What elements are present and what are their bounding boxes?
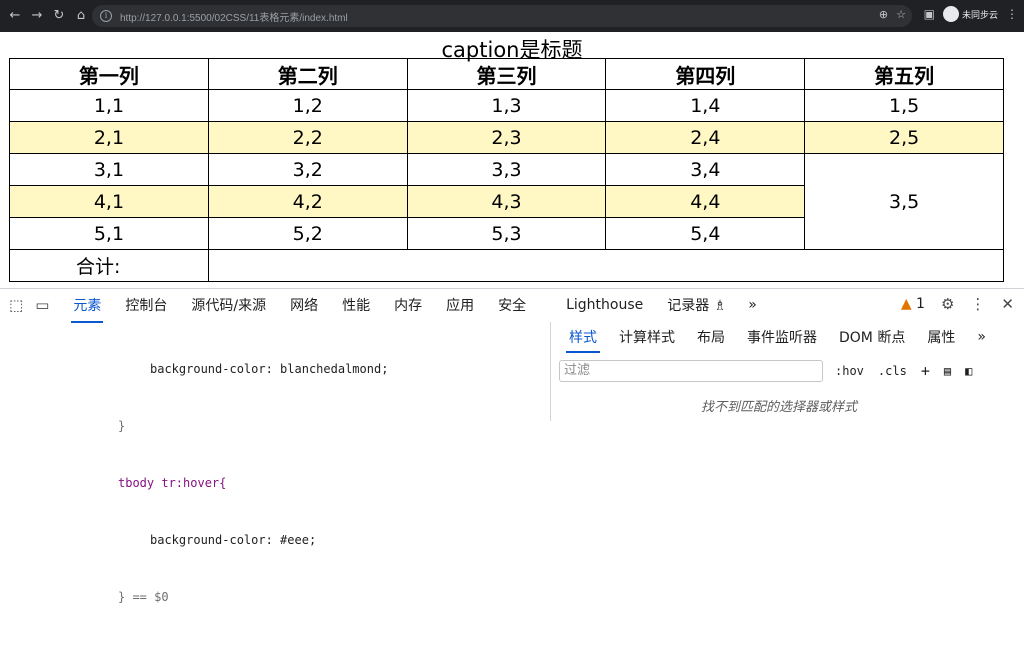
code-line: background-color: #eee; (150, 533, 317, 547)
table-cell: 2,4 (605, 121, 806, 154)
table-row[interactable]: 3,1 3,2 3,3 3,4 3,5 (9, 153, 1004, 250)
tab-layout[interactable]: 布局 (697, 327, 725, 347)
table-cell: 4,4 (605, 185, 806, 218)
tab-sources[interactable]: 源代码/来源 (191, 295, 266, 315)
table-cell: 2,5 (804, 121, 1004, 154)
header-row: 第一列 第二列 第三列 第四列 第五列 (9, 58, 1004, 90)
table-cell: 3,3 (406, 153, 607, 186)
url-text: http://127.0.0.1:5500/02CSS/11表格元素/index… (120, 12, 348, 24)
table-cell: 5,3 (406, 217, 607, 250)
avatar (942, 6, 959, 22)
table-cell: 4,1 (9, 185, 209, 218)
code-line: tbody tr:hover{ (118, 476, 227, 490)
home-icon[interactable]: ⌂ (72, 7, 90, 25)
back-icon[interactable]: ← (6, 7, 24, 25)
table-cell: 3,2 (207, 153, 408, 186)
table-cell: 4,2 (207, 185, 408, 218)
table-cell: 2,2 (207, 121, 408, 154)
more-tabs-button[interactable]: » (748, 297, 757, 313)
bookmark-star-icon[interactable]: ☆ (896, 8, 906, 21)
tab-event-listeners[interactable]: 事件监听器 (747, 327, 817, 347)
table-cell: 1,4 (605, 89, 806, 122)
data-table: 第一列 第二列 第三列 第四列 第五列 1,1 1,2 1,3 1,4 1,5 … (9, 58, 1005, 282)
code-line: background-color: blanchedalmond; (150, 362, 389, 376)
tab-network[interactable]: 网络 (290, 295, 318, 315)
table-cell: 3,1 (9, 153, 209, 186)
profile-name: 未同步云 (961, 10, 998, 21)
zoom-icon[interactable]: ⊕ (879, 8, 888, 21)
header-cell-4: 第四列 (605, 58, 806, 90)
table-cell: 5,4 (605, 217, 806, 250)
table-cell: 5,1 (9, 217, 209, 250)
tab-security[interactable]: 安全 (498, 295, 526, 315)
paint-icon[interactable]: ▤ (944, 364, 951, 378)
header-cell-3: 第三列 (406, 58, 607, 90)
devtools-panel: ⬚ ▭ 元素 控制台 源代码/来源 网络 性能 内存 应用 安全 Lightho… (0, 288, 1024, 604)
warning-counter[interactable]: ▲ 1 (901, 296, 925, 312)
table-cell: 3,4 (605, 153, 806, 186)
device-toolbar-icon[interactable]: ▭ (35, 296, 49, 314)
styles-tabbar: 样式 计算样式 布局 事件监听器 DOM 断点 属性 » (551, 322, 1024, 353)
tab-application[interactable]: 应用 (446, 295, 474, 315)
tab-properties[interactable]: 属性 (927, 327, 955, 347)
cls-toggle[interactable]: .cls (878, 364, 907, 378)
header-cell-2: 第二列 (207, 58, 408, 90)
site-info-icon[interactable]: i (100, 10, 112, 22)
elements-source-pane[interactable]: background-color: blanchedalmond; } tbod… (0, 322, 550, 604)
code-line: } == $0 (118, 590, 169, 604)
table-cell: 1,5 (804, 89, 1004, 122)
footer-row: 合计: (9, 249, 1005, 282)
table-cell: 4,3 (406, 185, 607, 218)
table-cell: 1,1 (9, 89, 209, 122)
menu-kebab-icon[interactable]: ⋮ (1006, 7, 1018, 21)
tab-computed[interactable]: 计算样式 (619, 327, 675, 347)
table-cell: 1,3 (406, 89, 607, 122)
no-match-message: 找不到匹配的选择器或样式 (701, 400, 858, 415)
browser-toolbar: ← → ↻ ⌂ i http://127.0.0.1:5500/02CSS/11… (0, 0, 1024, 32)
toggle-sidebar-icon[interactable]: ◧ (965, 364, 972, 378)
inspect-element-icon[interactable]: ⬚ (9, 296, 23, 314)
table-row[interactable]: 2,1 2,2 2,3 2,4 2,5 (9, 121, 1004, 154)
warning-count: 1 (916, 296, 925, 312)
styles-more-tabs[interactable]: » (977, 329, 986, 345)
table-cell: 2,3 (406, 121, 607, 154)
hov-toggle[interactable]: :hov (835, 364, 864, 378)
tab-elements[interactable]: 元素 (71, 295, 104, 323)
table-row[interactable]: 1,1 1,2 1,3 1,4 1,5 (9, 89, 1004, 122)
styles-filter-input[interactable]: 过滤 (559, 360, 823, 382)
forward-icon[interactable]: → (28, 7, 46, 25)
header-cell-5: 第五列 (804, 58, 1004, 90)
reload-icon[interactable]: ↻ (50, 7, 68, 25)
tab-styles[interactable]: 样式 (566, 327, 600, 353)
devtools-tabbar: ⬚ ▭ 元素 控制台 源代码/来源 网络 性能 内存 应用 安全 Lightho… (0, 289, 1024, 323)
table-cell: 2,1 (9, 121, 209, 154)
sum-label: 合计: (9, 249, 209, 282)
tab-dom-breakpoints[interactable]: DOM 断点 (839, 327, 905, 347)
profile-button[interactable]: 未同步云 (942, 6, 998, 22)
add-rule-icon[interactable]: + (921, 362, 930, 380)
filter-row: 过滤 :hov .cls + ▤ ◧ (559, 359, 1019, 383)
header-cell-1: 第一列 (9, 58, 209, 90)
table-cell: 5,2 (207, 217, 408, 250)
tab-performance[interactable]: 性能 (342, 295, 370, 315)
close-icon[interactable]: ✕ (1001, 295, 1014, 313)
settings-gear-icon[interactable]: ⚙ (941, 295, 954, 313)
tab-lighthouse[interactable]: Lighthouse (566, 297, 643, 313)
tab-console[interactable]: 控制台 (125, 295, 167, 315)
devtools-menu-icon[interactable]: ⋮ (970, 295, 985, 313)
styles-pane: 样式 计算样式 布局 事件监听器 DOM 断点 属性 » 过滤 :hov .cl… (550, 322, 1024, 421)
sidepanel-icon[interactable]: ▣ (924, 7, 935, 21)
merged-cell: 3,5 (804, 153, 1004, 250)
sum-value-cell (207, 249, 1005, 282)
address-bar[interactable]: i http://127.0.0.1:5500/02CSS/11表格元素/ind… (92, 5, 912, 27)
table-cell: 1,2 (207, 89, 408, 122)
tab-recorder[interactable]: 记录器 ♗ (667, 295, 726, 315)
tab-memory[interactable]: 内存 (394, 295, 422, 315)
page-viewport: caption是标题 第一列 第二列 第三列 第四列 第五列 1,1 1,2 1… (0, 32, 1024, 288)
